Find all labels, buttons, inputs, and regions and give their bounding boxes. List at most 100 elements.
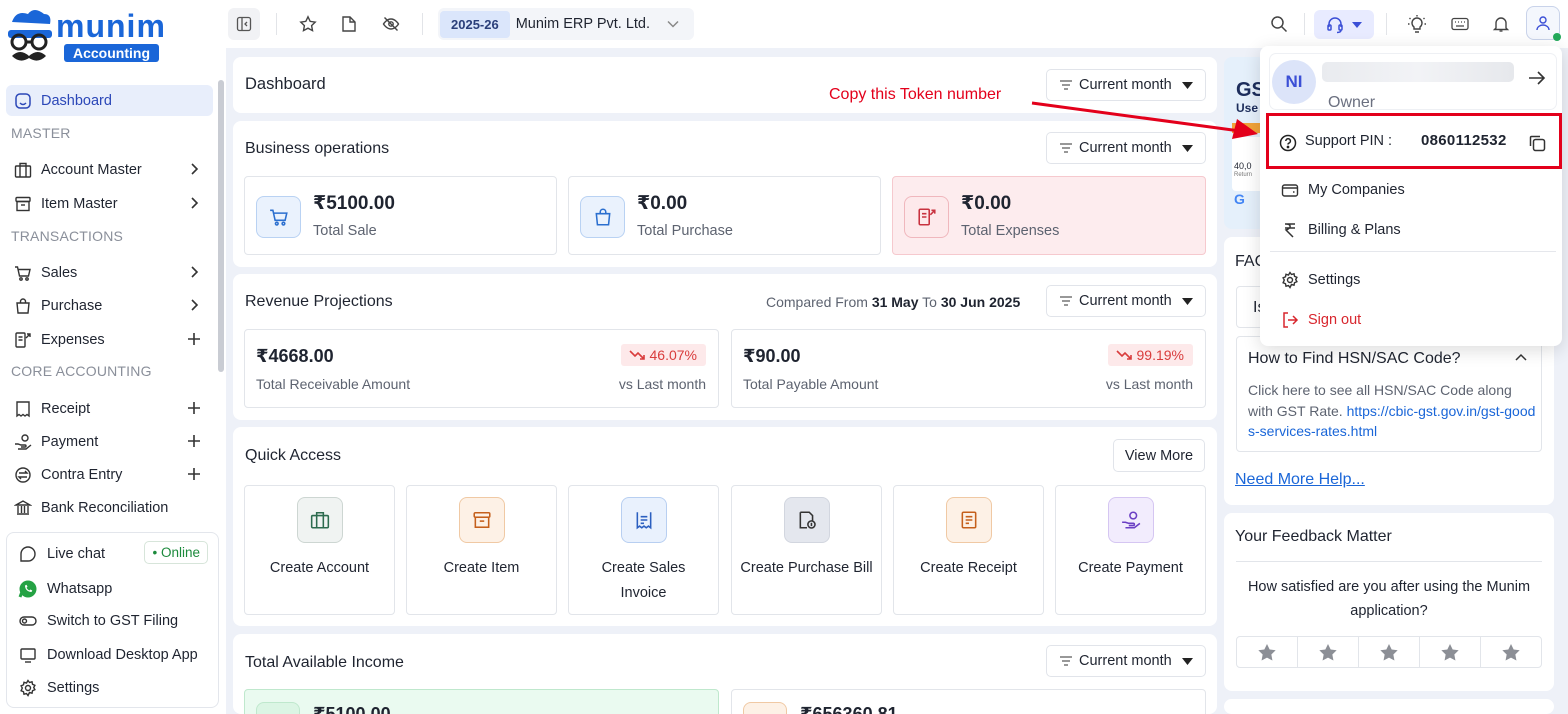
- faq-item-2[interactable]: How to Find HSN/SAC Code? Click here to …: [1236, 336, 1542, 452]
- hand-coin-icon: [1108, 497, 1154, 543]
- create-account-tile[interactable]: Create Account: [244, 485, 395, 615]
- star-icon[interactable]: [1420, 637, 1481, 667]
- sidebar-item-expenses[interactable]: Expenses: [6, 324, 213, 355]
- total-sale-card[interactable]: ₹5100.00 Total Sale: [244, 176, 557, 255]
- sidebar-scrollbar[interactable]: [218, 80, 224, 372]
- whatsapp-link[interactable]: Whatsapp: [17, 579, 112, 599]
- sidebar-item-label: Item Master: [41, 195, 118, 212]
- gst-filing-switch[interactable]: Switch to GST Filing: [17, 612, 178, 630]
- sidebar-item-contra-entry[interactable]: Contra Entry: [6, 459, 213, 490]
- sidebar-item-purchase[interactable]: Purchase: [6, 290, 213, 321]
- create-item-tile[interactable]: Create Item: [406, 485, 557, 615]
- brand-subtitle: Accounting: [64, 44, 159, 62]
- payable-value: ₹90.00: [743, 346, 801, 366]
- sidebar-help-panel: Live chat • Online Whatsapp Switch to GS…: [6, 532, 219, 708]
- eye-off-icon: [382, 15, 400, 33]
- sidebar-item-label: Payment: [41, 433, 99, 450]
- online-status-badge: • Online: [144, 541, 208, 564]
- star-icon[interactable]: [1298, 637, 1359, 667]
- notifications-button[interactable]: [1485, 8, 1517, 40]
- my-companies-item[interactable]: My Companies: [1280, 182, 1405, 198]
- sidebar-item-sales[interactable]: Sales: [6, 257, 213, 288]
- collapse-sidebar-button[interactable]: [228, 8, 260, 40]
- gear-icon: [1280, 271, 1300, 289]
- sidebar-item-dashboard[interactable]: Dashboard: [6, 85, 213, 116]
- star-icon[interactable]: [1237, 637, 1298, 667]
- sidebar-settings-link[interactable]: Settings: [17, 679, 99, 697]
- bank-icon: [743, 702, 787, 714]
- total-expenses-card[interactable]: ₹0.00 Total Expenses: [892, 176, 1206, 255]
- receivable-value: ₹4668.00: [256, 346, 334, 366]
- profile-header[interactable]: NI Owner: [1270, 54, 1556, 111]
- filter-icon: [1059, 79, 1073, 91]
- chevron-right-icon: [187, 161, 201, 177]
- total-purchase-card[interactable]: ₹0.00 Total Purchase: [568, 176, 881, 255]
- view-more-button[interactable]: View More: [1113, 439, 1205, 472]
- quick-access-title: Quick Access: [245, 447, 342, 464]
- sidebar-item-receipt[interactable]: Receipt: [6, 393, 213, 424]
- hide-values-button[interactable]: [375, 8, 407, 40]
- box-icon: [12, 195, 34, 213]
- live-chat-link[interactable]: Live chat: [17, 545, 105, 563]
- divider: [422, 13, 423, 35]
- bank-icon: [12, 499, 34, 517]
- sidebar-item-item-master[interactable]: Item Master: [6, 188, 213, 219]
- caret-down-icon: [1182, 145, 1193, 152]
- total-expenses-value: ₹0.00: [961, 193, 1012, 214]
- section-core-accounting: CORE ACCOUNTING: [11, 363, 152, 379]
- favorites-button[interactable]: [292, 8, 324, 40]
- plus-icon[interactable]: [187, 400, 201, 416]
- whats-new-button[interactable]: [1401, 8, 1433, 40]
- chevron-right-icon: [187, 195, 201, 211]
- sidebar-item-bank-reconciliation[interactable]: Bank Reconciliation: [6, 492, 213, 523]
- filter-icon: [1059, 295, 1073, 307]
- online-indicator: [1553, 33, 1561, 41]
- expense-icon: [12, 331, 34, 349]
- income-period-filter[interactable]: Current month: [1046, 645, 1206, 677]
- munim-logo[interactable]: munim Accounting: [6, 8, 166, 68]
- search-button[interactable]: [1263, 8, 1295, 40]
- toggle-icon: [17, 612, 39, 630]
- income-card-cash[interactable]: ₹5100.00: [244, 689, 719, 714]
- company-name: Munim ERP Pvt. Ltd.: [515, 16, 651, 32]
- plus-icon[interactable]: [187, 433, 201, 449]
- create-receipt-tile[interactable]: Create Receipt: [893, 485, 1044, 615]
- file-icon: [341, 15, 357, 33]
- divider: [1236, 561, 1542, 562]
- sign-out-item[interactable]: Sign out: [1280, 311, 1361, 329]
- chevron-up-icon[interactable]: [1515, 353, 1527, 361]
- company-selector[interactable]: 2025-26 Munim ERP Pvt. Ltd.: [438, 8, 694, 40]
- user-role: Owner: [1328, 94, 1376, 111]
- billing-plans-item[interactable]: Billing & Plans: [1280, 222, 1401, 238]
- create-purchase-bill-tile[interactable]: Create Purchase Bill: [731, 485, 882, 615]
- star-icon[interactable]: [1359, 637, 1420, 667]
- receivable-card[interactable]: ₹4668.00 Total Receivable Amount 46.07% …: [244, 329, 719, 408]
- copy-icon[interactable]: [1527, 133, 1547, 153]
- payable-card[interactable]: ₹90.00 Total Payable Amount 99.19% vs La…: [731, 329, 1206, 408]
- section-master: MASTER: [11, 125, 71, 141]
- business-operations-title: Business operations: [245, 140, 390, 157]
- download-desktop-app-link[interactable]: Download Desktop App: [17, 646, 198, 664]
- settings-item[interactable]: Settings: [1280, 271, 1360, 289]
- plus-icon[interactable]: [187, 331, 201, 347]
- sidebar-item-label: Bank Reconciliation: [41, 499, 169, 516]
- create-sales-invoice-tile[interactable]: Create Sales Invoice: [568, 485, 719, 615]
- arrow-right-icon[interactable]: [1528, 70, 1546, 86]
- revenue-projections-title: Revenue Projections: [245, 293, 393, 310]
- star-icon[interactable]: [1481, 637, 1541, 667]
- need-more-help-link[interactable]: Need More Help...: [1235, 471, 1365, 489]
- sidebar-item-account-master[interactable]: Account Master: [6, 154, 213, 185]
- keyboard-shortcuts-button[interactable]: [1444, 8, 1476, 40]
- receivable-label: Total Receivable Amount: [256, 376, 411, 392]
- plus-icon[interactable]: [187, 466, 201, 482]
- receivable-comparison: vs Last month: [618, 376, 706, 392]
- income-card-bank[interactable]: ₹656360.81: [731, 689, 1206, 714]
- financial-year-badge[interactable]: 2025-26: [440, 10, 510, 38]
- document-button[interactable]: [333, 8, 365, 40]
- payable-change-value: 99.19%: [1136, 347, 1184, 363]
- sidebar-item-payment[interactable]: Payment: [6, 426, 213, 457]
- wallet-icon: [1280, 182, 1300, 198]
- create-payment-tile[interactable]: Create Payment: [1055, 485, 1206, 615]
- support-menu-button[interactable]: [1314, 10, 1374, 39]
- revenue-period-filter[interactable]: Current month: [1046, 285, 1206, 317]
